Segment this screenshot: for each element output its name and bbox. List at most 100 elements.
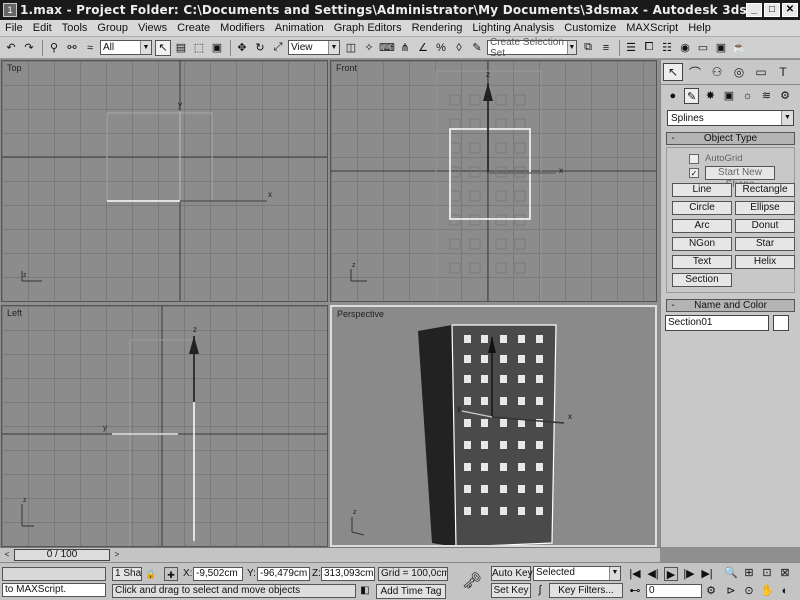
zoom-icon[interactable]: 🔍 bbox=[724, 566, 738, 580]
shape-category-dropdown[interactable]: Splines ▼ bbox=[667, 110, 794, 126]
text-button[interactable]: Text bbox=[672, 255, 732, 269]
time-slider-prev-icon[interactable]: < bbox=[2, 549, 12, 561]
bind-space-warp-icon[interactable]: ≈ bbox=[82, 40, 98, 56]
pan-icon[interactable]: ✋ bbox=[760, 584, 774, 598]
space-warps-icon[interactable]: ≋ bbox=[759, 88, 775, 104]
start-new-shape-checkbox[interactable]: ✓ bbox=[689, 167, 699, 178]
time-slider-next-icon[interactable]: > bbox=[112, 549, 122, 561]
geometry-icon[interactable]: ● bbox=[665, 88, 681, 104]
systems-icon[interactable]: ⚙ bbox=[777, 88, 793, 104]
goto-end-icon[interactable]: ▶| bbox=[700, 567, 714, 581]
render-setup-icon[interactable]: ▭ bbox=[695, 40, 711, 56]
helpers-icon[interactable]: ☼ bbox=[740, 88, 756, 104]
modify-tab-icon[interactable]: ⌒ bbox=[685, 63, 705, 81]
select-and-move-icon[interactable]: ✥ bbox=[234, 40, 250, 56]
goto-start-icon[interactable]: |◀ bbox=[628, 567, 642, 581]
time-slider-thumb[interactable]: 0 / 100 bbox=[14, 549, 110, 561]
object-color-swatch[interactable] bbox=[773, 315, 789, 331]
arc-button[interactable]: Arc bbox=[672, 219, 732, 233]
object-name-field[interactable]: Section01 bbox=[665, 315, 769, 331]
app-icon[interactable]: 1 bbox=[3, 3, 17, 17]
start-new-shape-button[interactable]: Start New Shape bbox=[705, 165, 775, 190]
donut-button[interactable]: Donut bbox=[735, 219, 795, 233]
star-button[interactable]: Star bbox=[735, 237, 795, 251]
angle-snap-icon[interactable]: ∠ bbox=[415, 40, 431, 56]
display-tab-icon[interactable]: ▭ bbox=[751, 63, 771, 81]
selection-lock-icon[interactable]: 🔒 bbox=[144, 567, 158, 581]
auto-key-button[interactable]: Auto Key bbox=[491, 566, 533, 581]
key-selection-dropdown[interactable]: Selected ▼ bbox=[533, 566, 621, 581]
menu-customize[interactable]: Customize bbox=[559, 22, 621, 34]
menu-edit[interactable]: Edit bbox=[28, 22, 57, 34]
minimize-button[interactable]: _ bbox=[746, 3, 762, 17]
maximize-viewport-icon[interactable]: ◐ bbox=[778, 584, 792, 598]
menu-create[interactable]: Create bbox=[172, 22, 215, 34]
create-tab-icon[interactable]: ↖ bbox=[663, 63, 683, 81]
hierarchy-tab-icon[interactable]: ⚇ bbox=[707, 63, 727, 81]
rendered-frame-icon[interactable]: ▣ bbox=[713, 40, 729, 56]
x-coordinate-field[interactable]: -9,502cm bbox=[193, 567, 243, 581]
menu-graph-editors[interactable]: Graph Editors bbox=[329, 22, 407, 34]
section-button[interactable]: Section bbox=[672, 273, 732, 287]
window-crossing-icon[interactable]: ▣ bbox=[209, 40, 225, 56]
reference-coordinate-dropdown[interactable]: View ▼ bbox=[288, 40, 340, 55]
current-frame-field[interactable]: 0 bbox=[646, 584, 702, 598]
cameras-icon[interactable]: ▣ bbox=[721, 88, 737, 104]
menu-tools[interactable]: Tools bbox=[57, 22, 93, 34]
circle-button[interactable]: Circle bbox=[672, 201, 732, 215]
ellipse-button[interactable]: Ellipse bbox=[735, 201, 795, 215]
autogrid-checkbox[interactable] bbox=[689, 153, 699, 164]
zoom-extents-icon[interactable]: ⊡ bbox=[760, 566, 774, 580]
edit-named-selection-icon[interactable]: ✎ bbox=[469, 40, 485, 56]
field-of-view-icon[interactable]: ⊳ bbox=[724, 584, 738, 598]
line-button[interactable]: Line bbox=[672, 183, 732, 197]
select-and-scale-icon[interactable]: ⤢ bbox=[270, 40, 286, 56]
z-coordinate-field[interactable]: 313,093cm bbox=[321, 567, 375, 581]
unlink-icon[interactable]: ⚯ bbox=[64, 40, 80, 56]
select-and-link-icon[interactable]: ⚲ bbox=[46, 40, 62, 56]
absolute-mode-icon[interactable]: ✚ bbox=[164, 567, 178, 581]
key-filters-button[interactable]: Key Filters... bbox=[549, 583, 623, 598]
select-by-name-icon[interactable]: ▤ bbox=[173, 40, 189, 56]
default-tangent-icon[interactable]: ∫ bbox=[533, 583, 547, 597]
layer-manager-icon[interactable]: ☰ bbox=[623, 40, 639, 56]
play-icon[interactable]: ▶ bbox=[664, 567, 678, 581]
motion-tab-icon[interactable]: ◎ bbox=[729, 63, 749, 81]
lights-icon[interactable]: ✸ bbox=[702, 88, 718, 104]
selection-filter-dropdown[interactable]: All ▼ bbox=[100, 40, 152, 55]
viewport-front[interactable]: Front z x z bbox=[330, 60, 657, 302]
menu-views[interactable]: Views bbox=[133, 22, 172, 34]
mirror-icon[interactable]: ⧉ bbox=[580, 40, 596, 56]
maximize-button[interactable]: □ bbox=[764, 3, 780, 17]
time-configuration-icon[interactable]: ⚙ bbox=[704, 584, 718, 598]
y-coordinate-field[interactable]: -96,479cm bbox=[257, 567, 310, 581]
select-object-icon[interactable]: ↖ bbox=[155, 39, 171, 56]
pivot-center-icon[interactable]: ◫ bbox=[343, 40, 359, 56]
previous-frame-icon[interactable]: ◀| bbox=[646, 567, 660, 581]
time-tag-icon[interactable]: ◧ bbox=[358, 584, 372, 598]
named-selection-dropdown[interactable]: Create Selection Set ▼ bbox=[487, 37, 577, 59]
select-and-rotate-icon[interactable]: ↻ bbox=[252, 40, 268, 56]
percent-snap-icon[interactable]: % bbox=[433, 40, 449, 56]
set-key-button[interactable]: Set Key bbox=[491, 583, 531, 598]
helix-button[interactable]: Helix bbox=[735, 255, 795, 269]
zoom-extents-all-icon[interactable]: ⊠ bbox=[778, 566, 792, 580]
next-frame-icon[interactable]: |▶ bbox=[682, 567, 696, 581]
key-mode-icon[interactable]: 🗝 bbox=[460, 571, 484, 593]
material-editor-icon[interactable]: ◉ bbox=[677, 40, 693, 56]
menu-modifiers[interactable]: Modifiers bbox=[215, 22, 270, 34]
menu-maxscript[interactable]: MAXScript bbox=[621, 22, 683, 34]
viewport-top[interactable]: Top y x z bbox=[1, 60, 328, 302]
keyboard-shortcut-icon[interactable]: ⌨ bbox=[379, 40, 395, 56]
maxscript-mini-listener[interactable]: to MAXScript. bbox=[2, 583, 106, 597]
name-and-color-rollout-header[interactable]: - Name and Color bbox=[666, 299, 795, 312]
align-icon[interactable]: ≡ bbox=[598, 40, 614, 56]
redo-icon[interactable]: ↷ bbox=[21, 40, 37, 56]
undo-icon[interactable]: ↶ bbox=[3, 40, 19, 56]
menu-rendering[interactable]: Rendering bbox=[407, 22, 468, 34]
object-type-rollout-header[interactable]: - Object Type bbox=[666, 132, 795, 145]
menu-help[interactable]: Help bbox=[683, 22, 716, 34]
menu-animation[interactable]: Animation bbox=[270, 22, 329, 34]
menu-file[interactable]: File bbox=[0, 22, 28, 34]
menu-lighting-analysis[interactable]: Lighting Analysis bbox=[467, 22, 559, 34]
